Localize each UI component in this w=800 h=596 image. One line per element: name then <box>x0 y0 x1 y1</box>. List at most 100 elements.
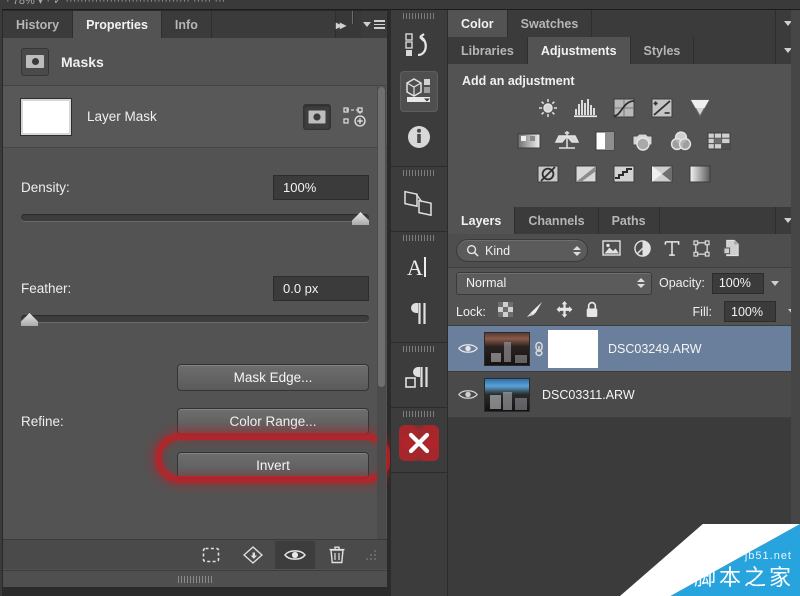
vibrance-icon[interactable] <box>687 96 714 120</box>
blend-mode-value: Normal <box>466 276 506 290</box>
tab-libraries[interactable]: Libraries <box>448 37 528 64</box>
right-column-scrollbar[interactable] <box>791 10 800 596</box>
density-slider[interactable] <box>21 209 369 229</box>
collapsed-panel-icon-strip: A <box>390 10 448 596</box>
select-pixel-mask-button[interactable] <box>303 104 331 130</box>
mask-edge-button[interactable]: Mask Edge... <box>177 364 369 391</box>
hue-saturation-icon[interactable] <box>516 129 543 153</box>
history-tool-icon[interactable] <box>391 22 447 68</box>
paragraph-panel-icon[interactable] <box>391 290 447 336</box>
layer-visibility-toggle-1[interactable] <box>452 342 484 355</box>
tab-libraries-label: Libraries <box>461 44 514 58</box>
site-watermark: jb51.net 脚本之家 <box>620 524 800 596</box>
layer-thumbnail-2[interactable] <box>484 378 530 412</box>
delete-mask-button[interactable] <box>317 541 357 569</box>
search-icon <box>466 244 479 257</box>
lock-image-pixels-icon[interactable] <box>525 301 544 323</box>
feather-slider[interactable] <box>21 310 369 330</box>
properties-vertical-scrollbar[interactable] <box>377 87 386 539</box>
adjustment-row-1 <box>448 96 800 120</box>
opacity-input[interactable]: 100% <box>712 273 764 294</box>
toolstrip-drag-grip-5[interactable] <box>391 408 447 420</box>
layer-filter-kind-select[interactable]: Kind <box>456 239 588 262</box>
lock-position-icon[interactable] <box>556 301 573 323</box>
toolstrip-drag-grip-4[interactable] <box>391 343 447 355</box>
density-input[interactable]: 100% <box>273 175 369 200</box>
curves-icon[interactable] <box>611 96 638 120</box>
exposure-icon[interactable] <box>649 96 676 120</box>
toolstrip-drag-grip-2[interactable] <box>391 167 447 179</box>
tab-swatches[interactable]: Swatches <box>508 10 593 37</box>
toolstrip-drag-grip[interactable] <box>391 10 447 22</box>
color-lookup-icon[interactable] <box>706 129 733 153</box>
tab-color-label: Color <box>461 17 494 31</box>
gradient-map-icon[interactable] <box>687 162 714 186</box>
toolstrip-drag-grip-3[interactable] <box>391 232 447 244</box>
panel-resize-grip[interactable] <box>363 548 377 562</box>
paragraph-styles-icon[interactable] <box>391 355 447 401</box>
filter-shape-layers-icon[interactable] <box>693 240 710 262</box>
layer-thumbnail-1[interactable] <box>484 332 530 366</box>
brightness-contrast-icon[interactable] <box>535 96 562 120</box>
panel-menu-icon[interactable] <box>361 11 387 38</box>
character-panel-icon[interactable]: A <box>391 244 447 290</box>
layer-visibility-toggle-2[interactable] <box>452 388 484 401</box>
photo-filter-icon[interactable] <box>630 129 657 153</box>
white-layer-mask-thumbnail[interactable] <box>21 99 71 135</box>
double-chevron-right-icon[interactable]: ▸▸ <box>336 11 352 38</box>
opacity-caret-down-icon[interactable] <box>771 281 779 286</box>
properties-scroll-thumb <box>378 87 385 387</box>
mask-link-icon[interactable] <box>530 340 548 358</box>
feather-input[interactable]: 0.0 px <box>273 276 369 301</box>
fill-input[interactable]: 100% <box>724 301 776 322</box>
invert-label: Invert <box>256 458 290 473</box>
layer-comps-icon[interactable] <box>391 179 447 225</box>
character-A-icon: A <box>404 253 434 281</box>
filter-pixel-layers-icon[interactable] <box>602 240 621 261</box>
tab-info[interactable]: Info <box>162 11 212 38</box>
filter-type-layers-icon[interactable] <box>664 240 680 262</box>
properties-horizontal-scrollbar[interactable] <box>3 570 387 587</box>
tab-history[interactable]: History <box>3 11 73 38</box>
tab-channels-label: Channels <box>528 214 584 228</box>
invert-button[interactable]: Invert <box>177 452 369 479</box>
close-collapse-icon[interactable] <box>391 420 447 466</box>
tab-channels[interactable]: Channels <box>515 207 598 234</box>
tab-layers-label: Layers <box>461 214 501 228</box>
tab-layers[interactable]: Layers <box>448 207 515 234</box>
eye-icon <box>458 342 478 355</box>
selective-color-icon[interactable] <box>649 162 676 186</box>
vector-mask-icon <box>343 106 367 128</box>
add-vector-mask-button[interactable] <box>341 104 369 130</box>
layer-name-1: DSC03249.ARW <box>608 342 702 356</box>
posterize-icon[interactable] <box>573 162 600 186</box>
caret-down-icon <box>363 22 371 27</box>
tab-color[interactable]: Color <box>448 10 508 37</box>
lock-all-icon[interactable] <box>585 301 599 323</box>
layer-mask-row[interactable]: Layer Mask <box>3 86 387 148</box>
color-tabstrip-filler <box>592 10 776 37</box>
tab-properties[interactable]: Properties <box>73 11 162 38</box>
blend-mode-select[interactable]: Normal <box>456 272 652 295</box>
tab-paths[interactable]: Paths <box>599 207 660 234</box>
lock-transparent-pixels-icon[interactable] <box>498 302 513 322</box>
apply-mask-button[interactable] <box>233 541 273 569</box>
table-row[interactable]: DSC03249.ARW <box>448 326 800 372</box>
layer-mask-thumbnail-1[interactable] <box>550 332 596 366</box>
levels-icon[interactable] <box>573 96 600 120</box>
info-tool-icon[interactable] <box>391 114 447 160</box>
threshold-icon[interactable] <box>611 162 638 186</box>
tab-adjustments[interactable]: Adjustments <box>528 37 631 64</box>
invert-icon[interactable] <box>535 162 562 186</box>
channel-mixer-icon[interactable] <box>668 129 695 153</box>
black-white-icon[interactable] <box>592 129 619 153</box>
properties-tool-icon[interactable] <box>391 68 447 114</box>
color-balance-icon[interactable] <box>554 129 581 153</box>
filter-smart-objects-icon[interactable] <box>723 239 740 262</box>
table-row[interactable]: DSC03311.ARW <box>448 372 800 418</box>
load-selection-from-mask-button[interactable] <box>191 541 231 569</box>
color-range-button[interactable]: Color Range... <box>177 408 369 435</box>
disable-enable-mask-button[interactable] <box>275 541 315 569</box>
filter-adjustment-layers-icon[interactable] <box>634 240 651 262</box>
tab-styles[interactable]: Styles <box>631 37 695 64</box>
